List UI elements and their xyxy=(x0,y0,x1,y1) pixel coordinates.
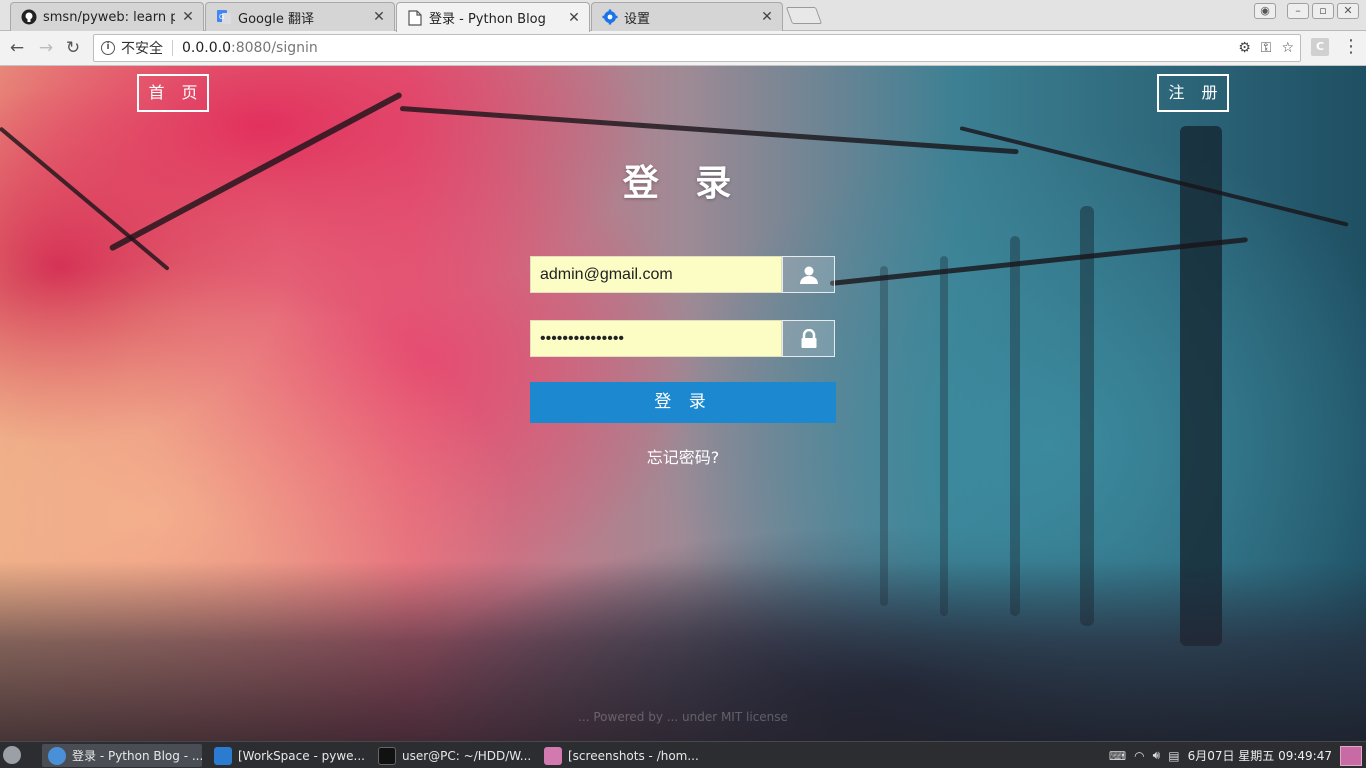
tab-settings[interactable]: 设置 ✕ xyxy=(591,2,783,31)
clipboard-icon[interactable]: ▤ xyxy=(1168,749,1179,763)
page-footer: ... Powered by ... under MIT license xyxy=(578,710,788,724)
taskbar-item-label: 登录 - Python Blog - ... xyxy=(72,749,202,763)
tab-title: 设置 xyxy=(624,11,651,27)
forgot-password-link[interactable]: 忘记密码? xyxy=(0,444,1366,468)
password-field[interactable] xyxy=(530,320,782,357)
keyboard-icon[interactable]: ⌨ xyxy=(1109,749,1126,763)
browser-toolbar: ← → ↻ i 不安全 0.0.0.0:8080/signin ⚙ ⚿ ☆ C … xyxy=(0,31,1366,66)
bookmark-star-icon[interactable]: ☆ xyxy=(1281,40,1294,56)
document-icon xyxy=(407,9,423,26)
tree-trunk xyxy=(880,266,888,606)
start-menu-icon[interactable] xyxy=(3,746,21,764)
omnibox-divider xyxy=(172,40,173,56)
taskbar-item-label: [WorkSpace - pywe... xyxy=(238,748,365,763)
login-submit-button[interactable]: 登 录 xyxy=(530,382,836,423)
minimize-button[interactable]: – xyxy=(1287,3,1309,19)
tab-title: smsn/pyweb: learn pyth xyxy=(43,9,175,25)
tree-branch xyxy=(399,106,1019,155)
clock[interactable]: 6月07日 星期五 09:49:47 xyxy=(1188,747,1332,764)
terminal-icon xyxy=(378,746,396,765)
security-label[interactable]: 不安全 xyxy=(121,38,163,58)
svg-text:G: G xyxy=(219,14,224,21)
extension-icon[interactable]: C xyxy=(1311,38,1329,56)
close-icon[interactable]: ✕ xyxy=(372,10,386,24)
key-icon[interactable]: ⚿ xyxy=(1261,40,1272,56)
system-tray: ⌨ ◠ 🔊︎ ▤ 6月07日 星期五 09:49:47 xyxy=(1109,742,1366,769)
window-close-button[interactable]: ✕ xyxy=(1337,3,1359,19)
new-tab-button[interactable] xyxy=(785,7,823,24)
tab-google-translate[interactable]: G Google 翻译 ✕ xyxy=(205,2,395,31)
menu-icon[interactable]: ⋮ xyxy=(1342,37,1360,57)
wifi-icon[interactable]: ◠ xyxy=(1134,749,1144,763)
lock-icon xyxy=(782,320,835,357)
user-icon xyxy=(782,256,835,293)
profile-icon[interactable]: ◉ xyxy=(1254,3,1276,19)
register-button[interactable]: 注 册 xyxy=(1157,74,1229,112)
chrome-icon xyxy=(48,746,66,765)
taskbar-item-chrome[interactable]: 登录 - Python Blog - ... xyxy=(42,744,202,767)
cookie-icon[interactable]: ⚙ xyxy=(1238,40,1251,56)
browser-tabstrip: smsn/pyweb: learn pyth ✕ G Google 翻译 ✕ 登… xyxy=(0,0,1366,32)
close-icon[interactable]: ✕ xyxy=(181,10,195,24)
taskbar-item-label: user@PC: ~/HDD/W... xyxy=(402,748,532,763)
close-icon[interactable]: ✕ xyxy=(760,10,774,24)
taskbar-item-terminal[interactable]: user@PC: ~/HDD/W... xyxy=(372,744,532,767)
tab-title: 登录 - Python Blog xyxy=(429,12,546,27)
forward-icon[interactable]: → xyxy=(36,38,56,58)
tab-title: Google 翻译 xyxy=(238,11,314,27)
google-translate-icon: G xyxy=(216,9,232,25)
page-title: 登 录 xyxy=(622,163,744,204)
maximize-button[interactable]: ▫ xyxy=(1312,3,1334,19)
folder-icon xyxy=(544,746,562,765)
tab-python-blog-login[interactable]: 登录 - Python Blog ✕ xyxy=(396,2,590,32)
email-field-group xyxy=(530,256,835,293)
close-icon[interactable]: ✕ xyxy=(567,11,581,25)
vscode-icon xyxy=(214,746,232,765)
email-field[interactable] xyxy=(530,256,782,293)
taskbar-item-files[interactable]: [screenshots - /hom... xyxy=(538,744,698,767)
back-icon[interactable]: ← xyxy=(7,38,27,58)
password-field-group xyxy=(530,320,835,357)
url-host: 0.0.0.0 xyxy=(182,40,231,56)
volume-icon[interactable]: 🔊︎ xyxy=(1153,748,1161,763)
omnibox-actions: ⚙ ⚿ ☆ xyxy=(1238,40,1294,56)
github-icon xyxy=(21,9,37,25)
address-bar[interactable]: i 不安全 0.0.0.0:8080/signin ⚙ ⚿ ☆ xyxy=(93,34,1301,62)
reload-icon[interactable]: ↻ xyxy=(63,38,83,58)
gear-icon xyxy=(602,9,618,25)
taskbar-item-vscode[interactable]: [WorkSpace - pywe... xyxy=(208,744,366,767)
tree-trunk xyxy=(1010,236,1020,616)
home-button[interactable]: 首 页 xyxy=(137,74,209,112)
tab-github[interactable]: smsn/pyweb: learn pyth ✕ xyxy=(10,2,204,31)
page-background: 首 页 注 册 登 录 登 录 忘记密码? ... Powered by ...… xyxy=(0,66,1366,741)
show-desktop-button[interactable] xyxy=(1340,745,1362,766)
taskbar-item-label: [screenshots - /hom... xyxy=(568,748,698,763)
taskbar: 登录 - Python Blog - ... [WorkSpace - pywe… xyxy=(0,741,1366,768)
info-icon[interactable]: i xyxy=(101,41,115,55)
url-path: :8080/signin xyxy=(230,40,318,56)
